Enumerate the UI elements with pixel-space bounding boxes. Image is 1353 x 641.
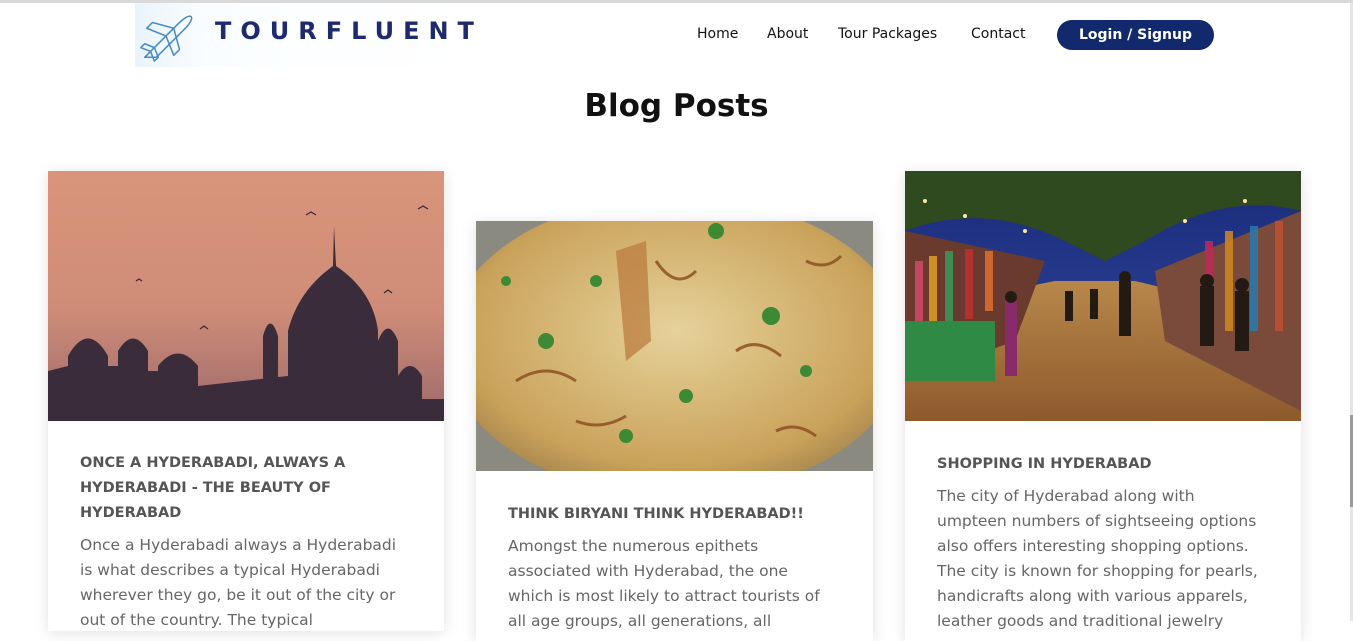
blog-card-1[interactable]: ONCE A HYDERABADI, ALWAYS A HYDERABADI -… [48,171,444,631]
post-excerpt-line: wherever they go, be it out of the city … [80,586,396,604]
post-excerpt-line: Amongst the numerous epithets [508,537,759,555]
post-excerpt-line: is what describes a typical Hyderabadi [80,561,380,579]
post-excerpt-line: leather goods and traditional jewelry [937,612,1224,630]
brand-name: TOURFLUENT [215,17,483,45]
blog-card-3[interactable]: SHOPPING IN HYDERABAD The city of Hydera… [905,171,1301,641]
post-excerpt-line: out of the country. The typical [80,611,313,629]
nav-contact[interactable]: Contact [971,26,1025,42]
post-excerpt-line: umpteen numbers of sightseeing options [937,512,1257,530]
post-title-line[interactable]: SHOPPING IN HYDERABAD [937,452,1152,477]
post-title-line[interactable]: HYDERABADI - THE BEAUTY OF [80,476,331,501]
airplane-icon [140,15,193,62]
logo[interactable]: TOURFLUENT [135,3,474,67]
nav-tour-packages[interactable]: Tour Packages [838,26,937,42]
post-excerpt-line: also offers interesting shopping options… [937,537,1249,555]
post-excerpt-line: The city is known for shopping for pearl… [937,562,1258,580]
post-excerpt-line: The city of Hyderabad along with [937,487,1195,505]
post-title-line[interactable]: THINK BIRYANI THINK HYDERABAD!! [508,502,804,527]
nav-about[interactable]: About [767,26,808,42]
post-excerpt-line: handicrafts along with various apparels, [937,587,1248,605]
site-header: TOURFLUENT Home About Tour Packages Cont… [0,3,1353,67]
post-excerpt-line: Once a Hyderabadi always a Hyderabadi [80,536,397,554]
nav-home[interactable]: Home [697,26,738,42]
login-signup-button[interactable]: Login / Signup [1057,20,1214,50]
biryani-image [476,221,873,471]
page-title: Blog Posts [584,88,769,124]
post-excerpt-line: associated with Hyderabad, the one [508,562,788,580]
post-excerpt-line: all age groups, all generations, all [508,612,772,630]
post-excerpt-line: which is most likely to attract tourists… [508,587,820,605]
hyderabad-skyline-image [48,171,444,421]
blog-card-2[interactable]: THINK BIRYANI THINK HYDERABAD!! Amongst … [476,221,873,641]
market-street-image [905,171,1301,421]
post-title-line[interactable]: HYDERABAD [80,501,181,526]
post-title-line[interactable]: ONCE A HYDERABADI, ALWAYS A [80,451,345,476]
